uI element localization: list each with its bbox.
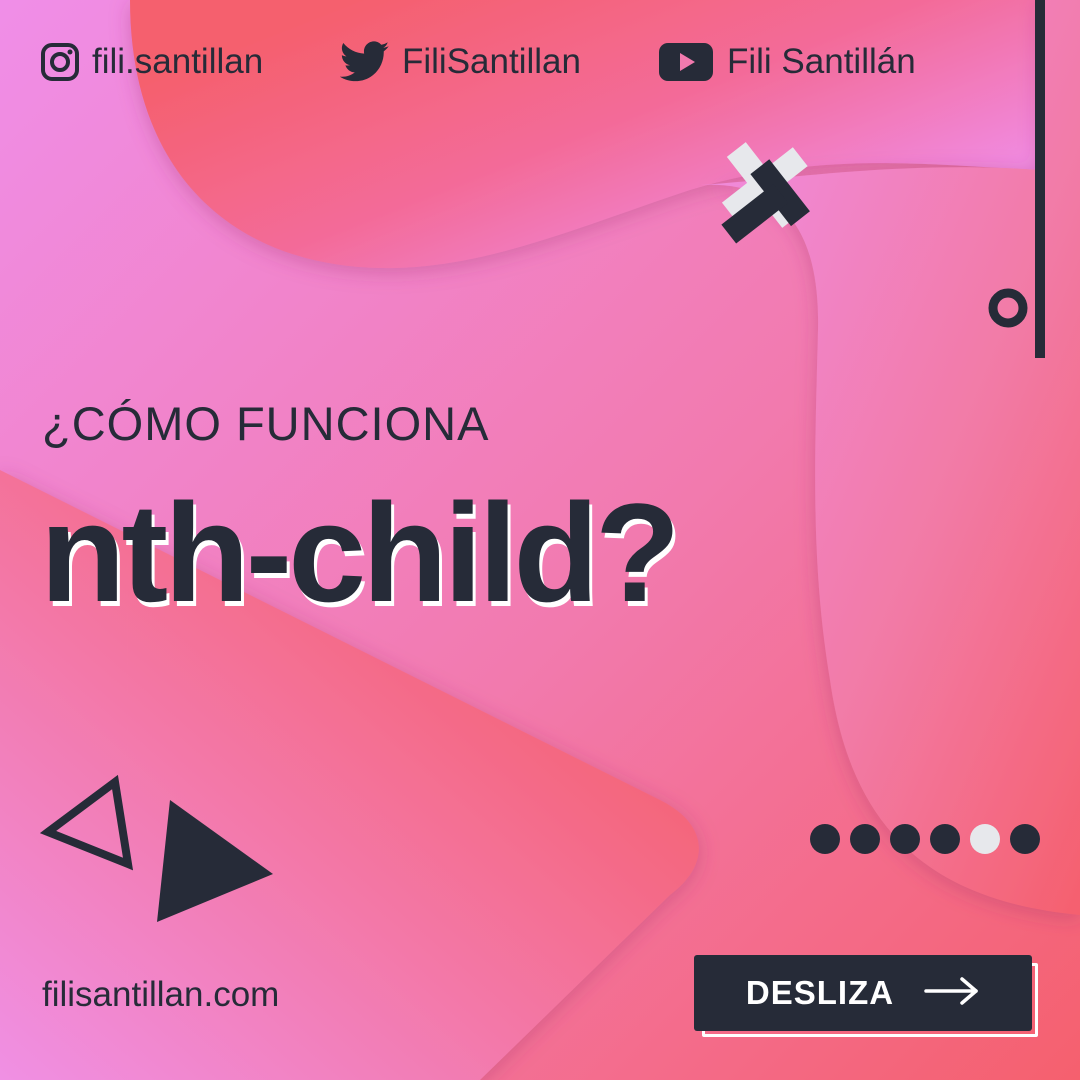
instagram-icon <box>40 42 80 82</box>
title-headline: nth-child? <box>40 474 680 631</box>
desliza-button[interactable]: DESLIZA <box>694 955 1032 1031</box>
vertical-line-decoration <box>1035 0 1045 358</box>
cross-decoration <box>721 142 810 244</box>
youtube-play-icon <box>657 42 715 82</box>
pagination-dot <box>810 824 840 854</box>
pagination-dot <box>930 824 960 854</box>
website-link[interactable]: filisantillan.com <box>42 975 279 1015</box>
twitter-handle: FiliSantillan <box>402 42 581 81</box>
filled-triangle-decoration <box>157 800 273 922</box>
ring-decoration <box>988 288 1028 328</box>
title-question: ¿CÓMO FUNCIONA <box>42 397 490 450</box>
pagination-dot <box>850 824 880 854</box>
youtube-handle: Fili Santillán <box>727 42 916 81</box>
desliza-label: DESLIZA <box>745 974 895 1011</box>
twitter-bird-icon <box>340 41 390 82</box>
instagram-link[interactable]: fili.santillan <box>40 38 263 86</box>
instagram-handle: fili.santillan <box>92 42 264 81</box>
pagination-dots <box>810 824 1050 854</box>
pagination-dot-active <box>970 824 1000 854</box>
pagination-dot <box>890 824 920 854</box>
pagination-dot <box>1010 824 1040 854</box>
youtube-link[interactable]: Fili Santillán <box>657 38 916 86</box>
arrow-right-icon <box>924 976 980 1011</box>
outline-triangle-decoration <box>39 774 134 871</box>
twitter-link[interactable]: FiliSantillan <box>340 38 581 86</box>
